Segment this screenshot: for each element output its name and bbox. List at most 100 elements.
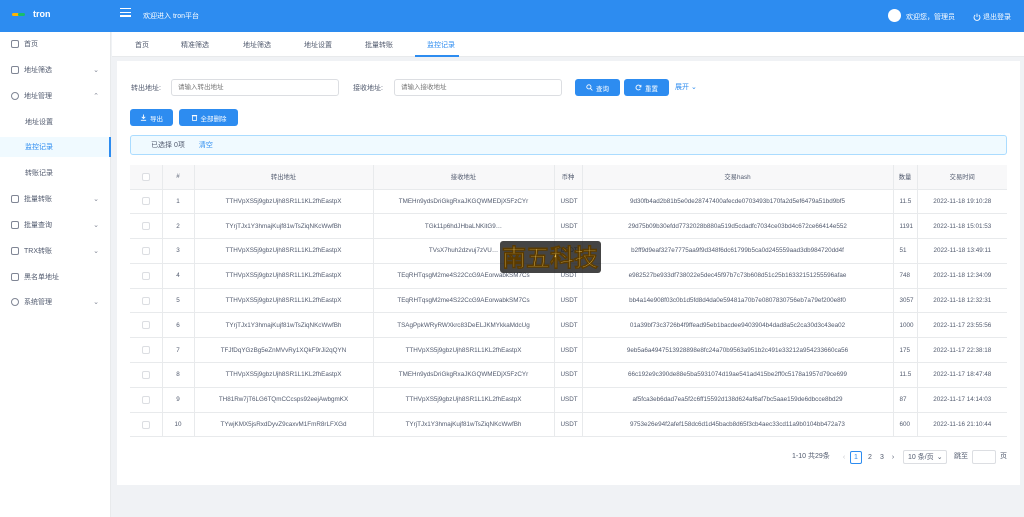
tx-time-cell: 2022-11-18 12:32:31 bbox=[917, 288, 1007, 314]
delete-all-button[interactable]: 全部删除 bbox=[179, 109, 238, 126]
column-header: # bbox=[162, 165, 195, 190]
from-address-cell: TH81Rw7jT6LG6TQmCCcsps92eejAwbgmKX bbox=[194, 387, 374, 413]
chevron-down-icon: ⌄ bbox=[93, 248, 99, 255]
tx-hash-cell: 9753e26e94f2afef158dc6d1d45bacb8d65f3cb4… bbox=[582, 412, 894, 438]
from-address-cell: TYrjTJx1Y3hmajKujf81wTsZiqNKcWwfBh bbox=[194, 213, 374, 240]
sidebar-item-batch-transfer[interactable]: 批量转账 ⌄ bbox=[0, 189, 111, 209]
to-address-cell: TSAgPpkWRyRWXkrc83DeELJKMYkkaMdcUg bbox=[373, 312, 555, 339]
sidebar-item-monitor-records[interactable]: 监控记录 bbox=[0, 137, 111, 157]
table-row: 5 TTHVpXS5j9gbzUjh8SR1L1KL2fhEastpX TEqRHT… bbox=[130, 288, 1007, 314]
currency-cell: USDT bbox=[554, 337, 583, 364]
row-checkbox[interactable] bbox=[141, 197, 150, 206]
row-checkbox[interactable] bbox=[141, 271, 150, 280]
goto-page-input[interactable] bbox=[972, 450, 996, 464]
row-checkbox[interactable] bbox=[141, 222, 150, 231]
row-checkbox[interactable] bbox=[141, 321, 150, 330]
sidebar-item-system[interactable]: 系统管理 ⌄ bbox=[0, 292, 111, 312]
amount-cell: 600 bbox=[893, 412, 918, 438]
page-2-button[interactable]: 2 bbox=[865, 451, 875, 464]
table-row: 2 TYrjTJx1Y3hmajKujf81wTsZiqNKcWwfBh TGk11… bbox=[130, 213, 1007, 240]
search-button[interactable]: 查询 bbox=[575, 79, 620, 96]
expand-label: 展开 bbox=[675, 84, 689, 91]
logo-icon bbox=[12, 10, 28, 19]
row-select-cell bbox=[130, 238, 163, 264]
row-checkbox[interactable] bbox=[141, 296, 150, 305]
tab-home[interactable]: 首页 bbox=[135, 40, 149, 50]
avatar[interactable] bbox=[888, 9, 901, 22]
menu-toggle-icon[interactable] bbox=[120, 8, 131, 18]
sidebar-item-home[interactable]: 首页 bbox=[0, 34, 111, 54]
tx-time-cell: 2022-11-16 21:10:44 bbox=[917, 412, 1007, 438]
power-icon bbox=[973, 13, 981, 21]
user-greeting[interactable]: 欢迎您，管理员 bbox=[906, 12, 955, 22]
selection-bar: 已选择 0项 清空 bbox=[130, 135, 1007, 155]
tab-batch-transfer[interactable]: 批量转账 bbox=[365, 40, 393, 50]
from-address-cell: TFJfDqYGzBg5eZnMVvRy1XQkF9rJi2qQYN bbox=[194, 337, 374, 364]
sidebar-item-batch-query[interactable]: 批量查询 ⌄ bbox=[0, 215, 111, 235]
tx-time-cell: 2022-11-18 13:49:11 bbox=[917, 238, 1007, 264]
row-select-cell bbox=[130, 263, 163, 289]
trash-icon bbox=[191, 115, 197, 121]
tab-address-filter[interactable]: 地址筛选 bbox=[243, 40, 271, 50]
sidebar-item-blacklist[interactable]: 黑名单地址 bbox=[0, 267, 111, 287]
sidebar-item-address-manage[interactable]: 地址管理 ⌃ bbox=[0, 86, 111, 106]
tx-time-cell: 2022-11-17 23:55:56 bbox=[917, 312, 1007, 339]
to-address-input[interactable] bbox=[394, 79, 562, 96]
column-header: 交易hash bbox=[582, 165, 894, 190]
tx-time-cell: 2022-11-18 12:34:09 bbox=[917, 263, 1007, 289]
amount-cell: 175 bbox=[893, 337, 918, 364]
next-page-icon[interactable]: › bbox=[889, 451, 897, 464]
page-3-button[interactable]: 3 bbox=[877, 451, 887, 464]
prev-page-icon[interactable]: ‹ bbox=[840, 451, 848, 464]
svg-text:南五科技: 南五科技 bbox=[502, 243, 599, 272]
sidebar-item-trx-transfer[interactable]: TRX转账 ⌄ bbox=[0, 241, 111, 261]
logout-button[interactable]: 退出登录 bbox=[973, 12, 1011, 22]
clear-selection-link[interactable]: 清空 bbox=[199, 140, 213, 150]
row-checkbox[interactable] bbox=[141, 395, 150, 404]
home-icon bbox=[11, 40, 19, 48]
tx-time-cell: 2022-11-17 18:47:48 bbox=[917, 362, 1007, 388]
reset-button[interactable]: 重置 bbox=[624, 79, 669, 96]
sidebar-item-label: 地址管理 bbox=[24, 93, 52, 100]
app-logo[interactable]: tron bbox=[12, 9, 51, 19]
tx-hash-cell: 9eb5a6a4947513928898e8fc24a70b9563a951b2… bbox=[582, 337, 894, 364]
to-address-cell: TMEHn9ydsDriGkgRxaJKGQWMEDjX5FzCYr bbox=[373, 362, 555, 388]
row-index: 5 bbox=[162, 288, 195, 314]
amount-cell: 1191 bbox=[893, 213, 918, 240]
column-header: 币种 bbox=[554, 165, 583, 190]
currency-cell: USDT bbox=[554, 189, 583, 215]
sidebar-item-label: 黑名单地址 bbox=[24, 274, 59, 281]
page-size-select[interactable]: 10 条/页 ⌄ bbox=[903, 450, 947, 464]
expand-filters-link[interactable]: 展开 ⌄ bbox=[675, 82, 697, 92]
sidebar-item-label: 批量转账 bbox=[24, 196, 52, 203]
tx-time-cell: 2022-11-18 15:01:53 bbox=[917, 213, 1007, 240]
row-checkbox[interactable] bbox=[141, 346, 150, 355]
doc-icon bbox=[11, 273, 19, 281]
table-header-row: # 转出地址 接收地址 币种 交易hash 数量 交易时间 bbox=[130, 165, 1007, 190]
from-address-cell: TTHVpXS5j9gbzUjh8SR1L1KL2fhEastpX bbox=[194, 288, 374, 314]
sidebar-item-label: 批量查询 bbox=[24, 222, 52, 229]
page-1-button[interactable]: 1 bbox=[850, 451, 862, 464]
chevron-up-icon: ⌃ bbox=[93, 93, 99, 100]
currency-cell: USDT bbox=[554, 288, 583, 314]
select-all-checkbox[interactable] bbox=[141, 172, 150, 181]
chevron-down-icon: ⌄ bbox=[690, 84, 697, 91]
sidebar-item-address-settings[interactable]: 地址设置 bbox=[0, 112, 111, 132]
row-checkbox[interactable] bbox=[141, 420, 150, 429]
from-address-input[interactable] bbox=[171, 79, 339, 96]
tab-address-settings[interactable]: 地址设置 bbox=[304, 40, 332, 50]
chevron-down-icon: ⌄ bbox=[93, 196, 99, 203]
from-address-cell: TTHVpXS5j9gbzUjh8SR1L1KL2fhEastpX bbox=[194, 238, 374, 264]
row-checkbox[interactable] bbox=[141, 370, 150, 379]
row-index: 10 bbox=[162, 412, 195, 438]
sidebar-item-address-filter[interactable]: 地址筛选 ⌄ bbox=[0, 60, 111, 80]
export-button[interactable]: 导出 bbox=[130, 109, 173, 126]
search-icon bbox=[586, 84, 593, 91]
records-table: # 转出地址 接收地址 币种 交易hash 数量 交易时间 1 TTHVpXS5j… bbox=[130, 165, 1007, 438]
row-checkbox[interactable] bbox=[141, 246, 150, 255]
tab-precise-filter[interactable]: 精准筛选 bbox=[181, 40, 209, 50]
logout-label: 退出登录 bbox=[983, 14, 1011, 21]
row-select-cell bbox=[130, 362, 163, 388]
tab-monitor-records[interactable]: 监控记录 bbox=[427, 40, 455, 50]
sidebar-item-transfer-records[interactable]: 转账记录 bbox=[0, 163, 111, 183]
